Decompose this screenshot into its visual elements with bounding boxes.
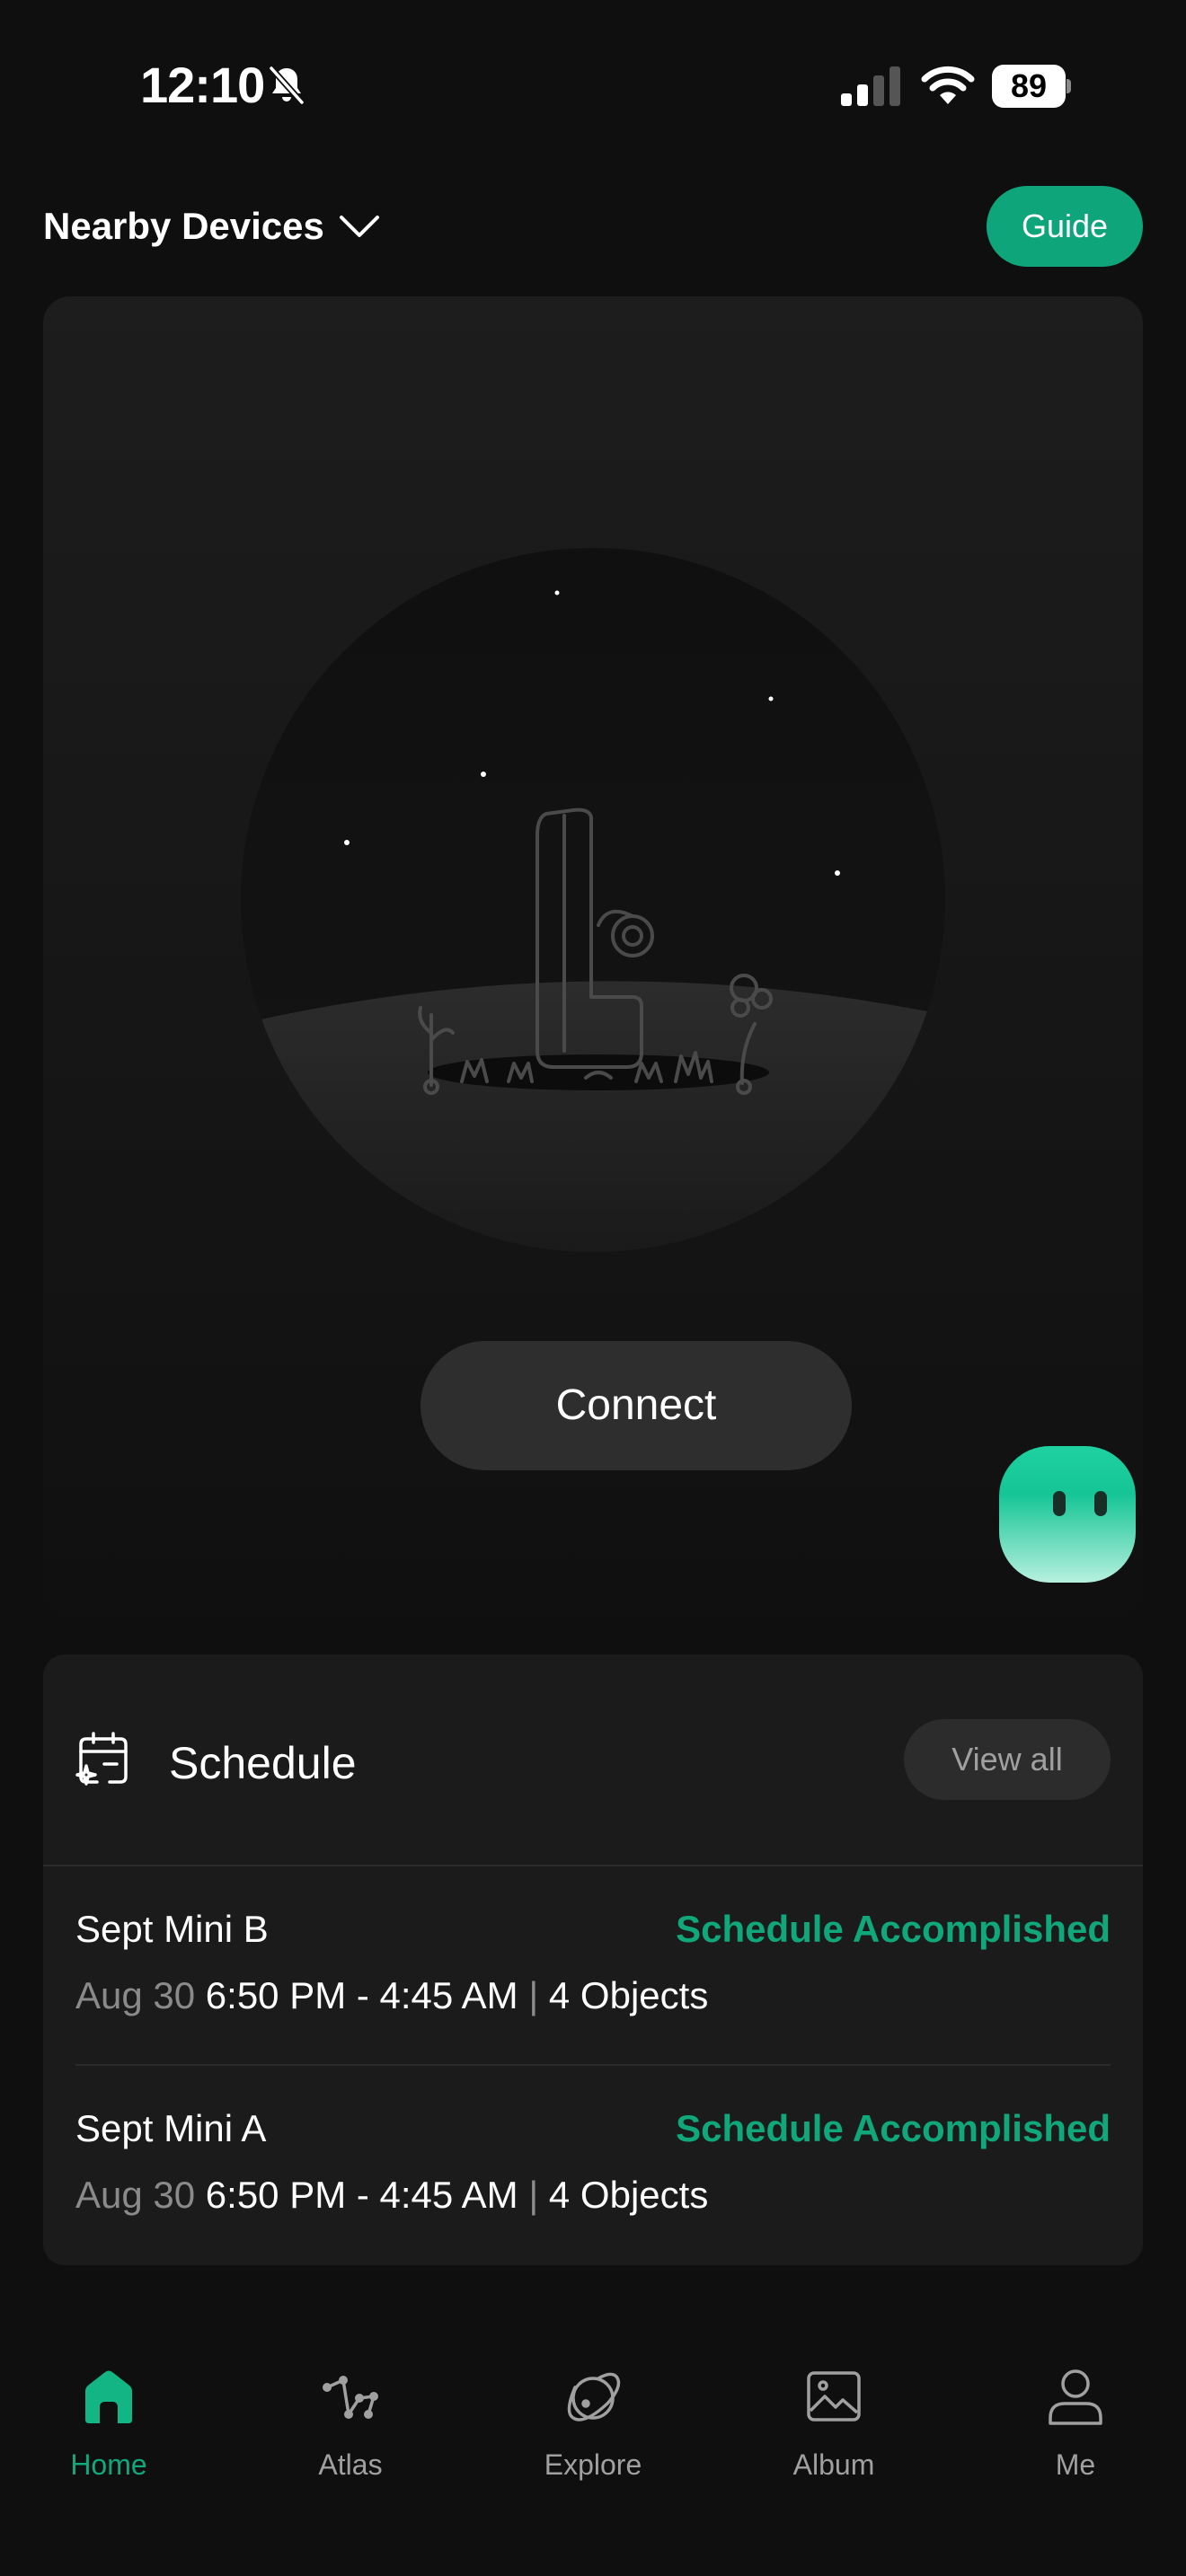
battery-level: 89 bbox=[992, 65, 1066, 108]
battery-cap bbox=[1067, 79, 1071, 93]
guide-button[interactable]: Guide bbox=[987, 186, 1143, 267]
wifi-icon bbox=[921, 66, 975, 104]
tab-explore[interactable]: Explore bbox=[503, 2368, 683, 2502]
schedule-item-name: Sept Mini A bbox=[75, 2107, 267, 2149]
battery-indicator: 89 bbox=[992, 65, 1071, 108]
schedule-item-sept-mini-b[interactable]: Sept Mini B Schedule Accomplished Aug 30… bbox=[75, 1908, 1111, 2087]
schedule-item-objects: 4 Objects bbox=[548, 2174, 709, 2216]
schedule-item-detail: Aug 30 6:50 PM - 4:45 AM | 4 Objects bbox=[75, 1974, 708, 2017]
schedule-item-status: Schedule Accomplished bbox=[676, 1908, 1111, 1950]
bell-muted-icon bbox=[269, 66, 305, 105]
schedule-item-name: Sept Mini B bbox=[75, 1908, 269, 1950]
view-all-button[interactable]: View all bbox=[904, 1719, 1111, 1800]
schedule-title: Schedule bbox=[169, 1738, 357, 1788]
schedule-item-status: Schedule Accomplished bbox=[676, 2107, 1111, 2149]
nearby-devices-label: Nearby Devices bbox=[43, 205, 324, 247]
tab-me-label: Me bbox=[1055, 2448, 1096, 2481]
assistant-eye-right bbox=[1094, 1491, 1107, 1516]
telescope-night-illustration bbox=[241, 548, 945, 1252]
schedule-header-divider bbox=[43, 1865, 1143, 1866]
connect-button[interactable]: Connect bbox=[420, 1341, 852, 1470]
schedule-item-date: Aug 30 bbox=[75, 1974, 196, 2016]
schedule-item-date: Aug 30 bbox=[75, 2174, 196, 2216]
tab-album-label: Album bbox=[792, 2448, 875, 2481]
status-time: 12:10 bbox=[140, 57, 265, 113]
schedule-row-divider bbox=[75, 2064, 1111, 2066]
schedule-item-time: 6:50 PM - 4:45 AM bbox=[205, 2174, 518, 2216]
tab-atlas[interactable]: Atlas bbox=[261, 2368, 440, 2502]
home-icon bbox=[85, 2370, 132, 2423]
person-icon bbox=[1049, 2369, 1102, 2425]
assistant-mascot-button[interactable] bbox=[999, 1446, 1136, 1583]
planet-icon bbox=[567, 2372, 621, 2422]
calendar-sparkle-icon bbox=[75, 1732, 128, 1786]
schedule-item-objects: 4 Objects bbox=[548, 1974, 709, 2016]
tab-explore-label: Explore bbox=[544, 2448, 642, 2481]
schedule-item-separator: | bbox=[528, 2174, 539, 2216]
tab-me[interactable]: Me bbox=[986, 2368, 1165, 2502]
chevron-down-icon bbox=[339, 216, 379, 237]
tab-home[interactable]: Home bbox=[19, 2368, 199, 2502]
schedule-item-time: 6:50 PM - 4:45 AM bbox=[205, 1974, 518, 2016]
tab-atlas-label: Atlas bbox=[318, 2448, 383, 2481]
schedule-item-separator: | bbox=[528, 1974, 539, 2016]
schedule-item-detail: Aug 30 6:50 PM - 4:45 AM | 4 Objects bbox=[75, 2174, 708, 2217]
nearby-devices-dropdown[interactable]: Nearby Devices bbox=[43, 199, 380, 253]
constellation-icon bbox=[323, 2376, 378, 2419]
schedule-card: Schedule View all Sept Mini B Schedule A… bbox=[43, 1654, 1143, 2265]
image-icon bbox=[807, 2371, 861, 2422]
home-screen: 12:10 89 Nearby Devices Guide Connect Sc… bbox=[0, 0, 1186, 2576]
cellular-signal-icon bbox=[841, 66, 900, 106]
tab-album[interactable]: Album bbox=[744, 2368, 924, 2502]
assistant-eye-left bbox=[1053, 1491, 1066, 1516]
bottom-tab-bar: Home Atlas Explore Album Me bbox=[0, 2335, 1186, 2576]
device-hero-card: Connect bbox=[43, 296, 1143, 1617]
tab-home-label: Home bbox=[70, 2448, 147, 2481]
schedule-item-sept-mini-a[interactable]: Sept Mini A Schedule Accomplished Aug 30… bbox=[75, 2107, 1111, 2287]
